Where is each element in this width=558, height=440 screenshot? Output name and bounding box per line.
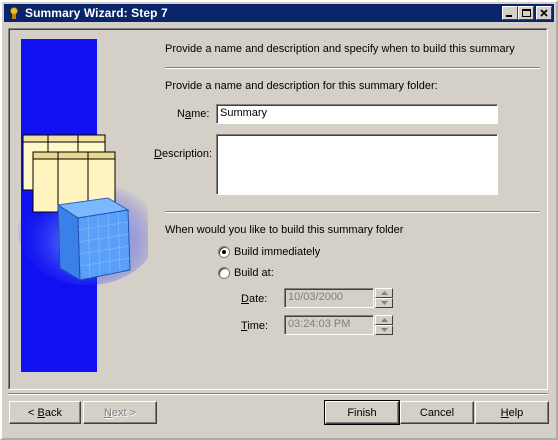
- date-spinner[interactable]: [375, 288, 393, 308]
- time-label: Time:: [241, 320, 269, 332]
- close-button[interactable]: [536, 6, 552, 20]
- date-input[interactable]: 10/03/2000: [284, 288, 374, 308]
- help-button[interactable]: Help: [475, 401, 549, 424]
- next-button[interactable]: Next >: [83, 401, 157, 424]
- close-icon: [540, 9, 548, 17]
- build-immediately-radio[interactable]: [218, 246, 230, 258]
- spin-up-icon: [381, 291, 388, 295]
- title-bar[interactable]: Summary Wizard: Step 7: [4, 4, 554, 22]
- name-input-value: Summary: [217, 105, 497, 123]
- step-heading: Provide a name and description and speci…: [165, 43, 515, 55]
- back-button[interactable]: < Back: [9, 401, 81, 424]
- minimize-button[interactable]: [502, 6, 518, 20]
- time-spin-down-button[interactable]: [375, 325, 393, 335]
- time-spinner[interactable]: [375, 315, 393, 335]
- time-input[interactable]: 03:24:03 PM: [284, 315, 374, 335]
- spin-down-icon: [381, 301, 388, 305]
- build-immediately-label[interactable]: Build immediately: [234, 246, 320, 258]
- build-at-label[interactable]: Build at:: [234, 267, 274, 279]
- time-input-value: 03:24:03 PM: [285, 316, 373, 334]
- spin-down-icon: [381, 328, 388, 332]
- cancel-button[interactable]: Cancel: [400, 401, 474, 424]
- spin-up-icon: [381, 318, 388, 322]
- description-input-value: [217, 135, 497, 194]
- section-separator: [165, 67, 540, 69]
- summary-cube-illustration: [18, 134, 148, 285]
- time-spin-up-button[interactable]: [375, 315, 393, 325]
- window-title: Summary Wizard: Step 7: [25, 6, 168, 20]
- date-label: Date:: [241, 293, 268, 305]
- date-spin-up-button[interactable]: [375, 288, 393, 298]
- minimize-icon: [506, 15, 512, 17]
- description-label: Description:: [154, 148, 213, 160]
- footer-separator: [8, 393, 548, 395]
- description-input[interactable]: [216, 134, 498, 195]
- section2-heading: When would you like to build this summar…: [165, 224, 404, 236]
- maximize-button[interactable]: [518, 6, 534, 20]
- section-separator-2: [165, 211, 540, 213]
- maximize-icon: [522, 9, 531, 17]
- finish-button[interactable]: Finish: [324, 400, 400, 425]
- wizard-app-icon: [10, 7, 18, 19]
- name-input[interactable]: Summary: [216, 104, 498, 124]
- section1-heading: Provide a name and description for this …: [165, 80, 438, 92]
- build-at-radio[interactable]: [218, 267, 230, 279]
- name-label: Name:: [177, 108, 210, 120]
- date-input-value: 10/03/2000: [285, 289, 373, 307]
- date-spin-down-button[interactable]: [375, 298, 393, 308]
